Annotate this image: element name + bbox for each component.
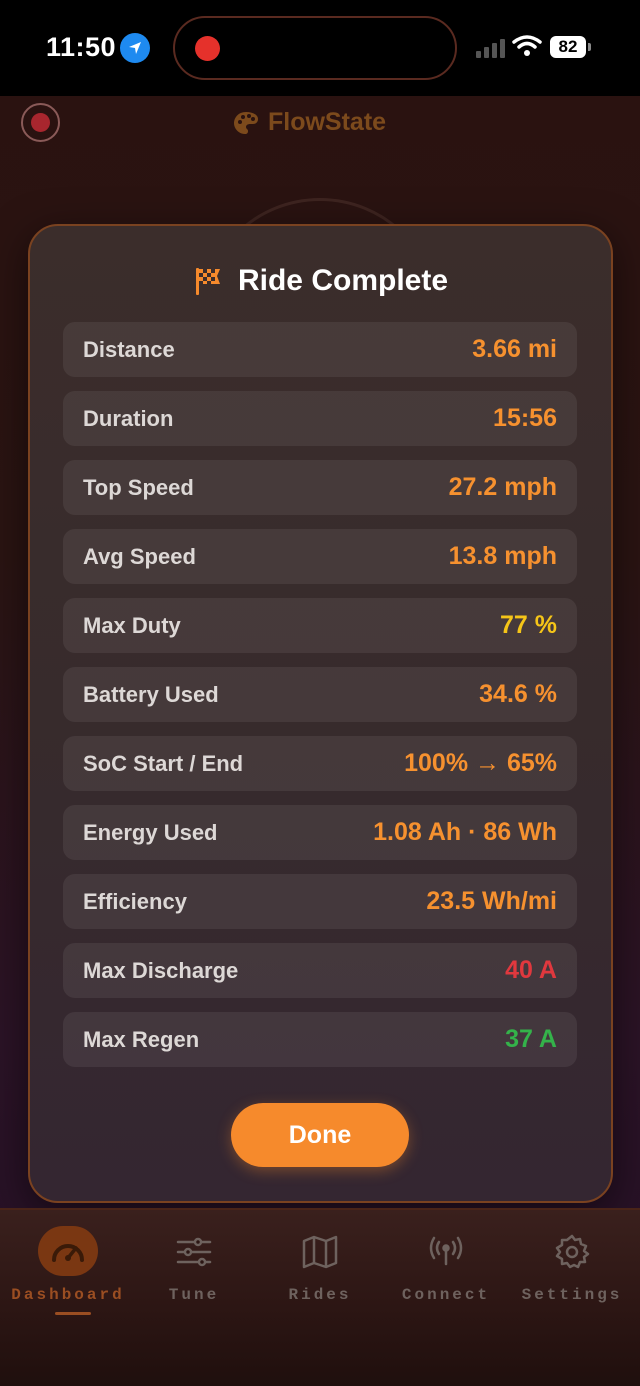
stat-value: 100% → 65% xyxy=(404,749,557,777)
modal-title: Ride Complete xyxy=(0,264,640,298)
stat-value: 27.2 mph xyxy=(448,473,557,501)
wifi-icon xyxy=(512,35,542,56)
status-time: 11:50 xyxy=(46,32,117,62)
stat-value: 37 A xyxy=(505,1025,557,1053)
status-bar: 11:50 82 xyxy=(0,0,640,96)
tab-settings[interactable]: Settings xyxy=(508,1220,636,1320)
stat-row: Max Regen 37 A xyxy=(63,1012,577,1067)
tab-connect[interactable]: Connect xyxy=(382,1220,510,1320)
stat-row: Top Speed 27.2 mph xyxy=(63,460,577,515)
stat-label: Energy Used xyxy=(83,820,218,845)
stat-label: Efficiency xyxy=(83,889,187,914)
battery-cap xyxy=(588,43,591,51)
record-dot-icon xyxy=(31,113,50,132)
stat-label: Distance xyxy=(83,337,175,362)
map-icon xyxy=(302,1235,338,1269)
stat-row: Efficiency 23.5 Wh/mi xyxy=(63,874,577,929)
screen-recording-icon xyxy=(195,36,220,61)
tab-label: Connect xyxy=(401,1286,491,1304)
stat-row: Energy Used 1.08 Ah · 86 Wh xyxy=(63,805,577,860)
stat-value: 13.8 mph xyxy=(448,542,557,570)
stat-label: Duration xyxy=(83,406,174,431)
sliders-icon xyxy=(176,1237,212,1267)
dynamic-island[interactable] xyxy=(173,16,457,80)
stat-row: Max Discharge 40 A xyxy=(63,943,577,998)
stat-row: Avg Speed 13.8 mph xyxy=(63,529,577,584)
done-button[interactable]: Done xyxy=(231,1103,409,1167)
stat-value: 40 A xyxy=(505,956,557,984)
palette-icon xyxy=(234,111,258,134)
modal-title-text: Ride Complete xyxy=(237,264,449,297)
stat-row: Battery Used 34.6 % xyxy=(63,667,577,722)
stat-value: 23.5 Wh/mi xyxy=(426,887,557,915)
stat-value: 15:56 xyxy=(493,404,557,432)
stat-value: 1.08 Ah · 86 Wh xyxy=(373,818,557,846)
record-button[interactable] xyxy=(21,103,60,142)
battery-icon: 82 xyxy=(550,36,586,58)
tab-dashboard[interactable]: Dashboard xyxy=(4,1220,132,1320)
stat-label: Max Duty xyxy=(83,613,181,638)
app-title: FlowState xyxy=(232,108,386,137)
active-tab-indicator xyxy=(55,1312,91,1315)
tab-label: Rides xyxy=(288,1286,352,1304)
cellular-signal-icon xyxy=(476,39,505,58)
app-name: FlowState xyxy=(268,108,387,136)
stat-value: 3.66 mi xyxy=(472,335,557,363)
stat-label: Avg Speed xyxy=(83,544,196,569)
tab-label: Tune xyxy=(168,1286,220,1304)
speedometer-icon xyxy=(52,1244,84,1262)
stat-row: Distance 3.66 mi xyxy=(63,322,577,377)
antenna-icon xyxy=(429,1236,463,1266)
stat-row: SoC Start / End 100% → 65% xyxy=(63,736,577,791)
stat-label: SoC Start / End xyxy=(83,751,244,776)
tab-rides[interactable]: Rides xyxy=(256,1220,384,1320)
stat-label: Battery Used xyxy=(83,682,219,707)
tab-tune[interactable]: Tune xyxy=(130,1220,258,1320)
tab-label: Settings xyxy=(521,1286,623,1304)
stat-row: Max Duty 77 % xyxy=(63,598,577,653)
stat-label: Max Regen xyxy=(83,1027,200,1052)
checkered-flag-icon xyxy=(195,268,220,295)
stat-label: Top Speed xyxy=(83,475,194,500)
location-arrow-icon xyxy=(120,33,150,63)
gear-icon xyxy=(555,1234,590,1269)
stat-row: Duration 15:56 xyxy=(63,391,577,446)
stat-value: 77 % xyxy=(500,611,557,639)
stat-label: Max Discharge xyxy=(83,958,239,983)
stat-value: 34.6 % xyxy=(479,680,557,708)
tab-label: Dashboard xyxy=(11,1286,125,1304)
